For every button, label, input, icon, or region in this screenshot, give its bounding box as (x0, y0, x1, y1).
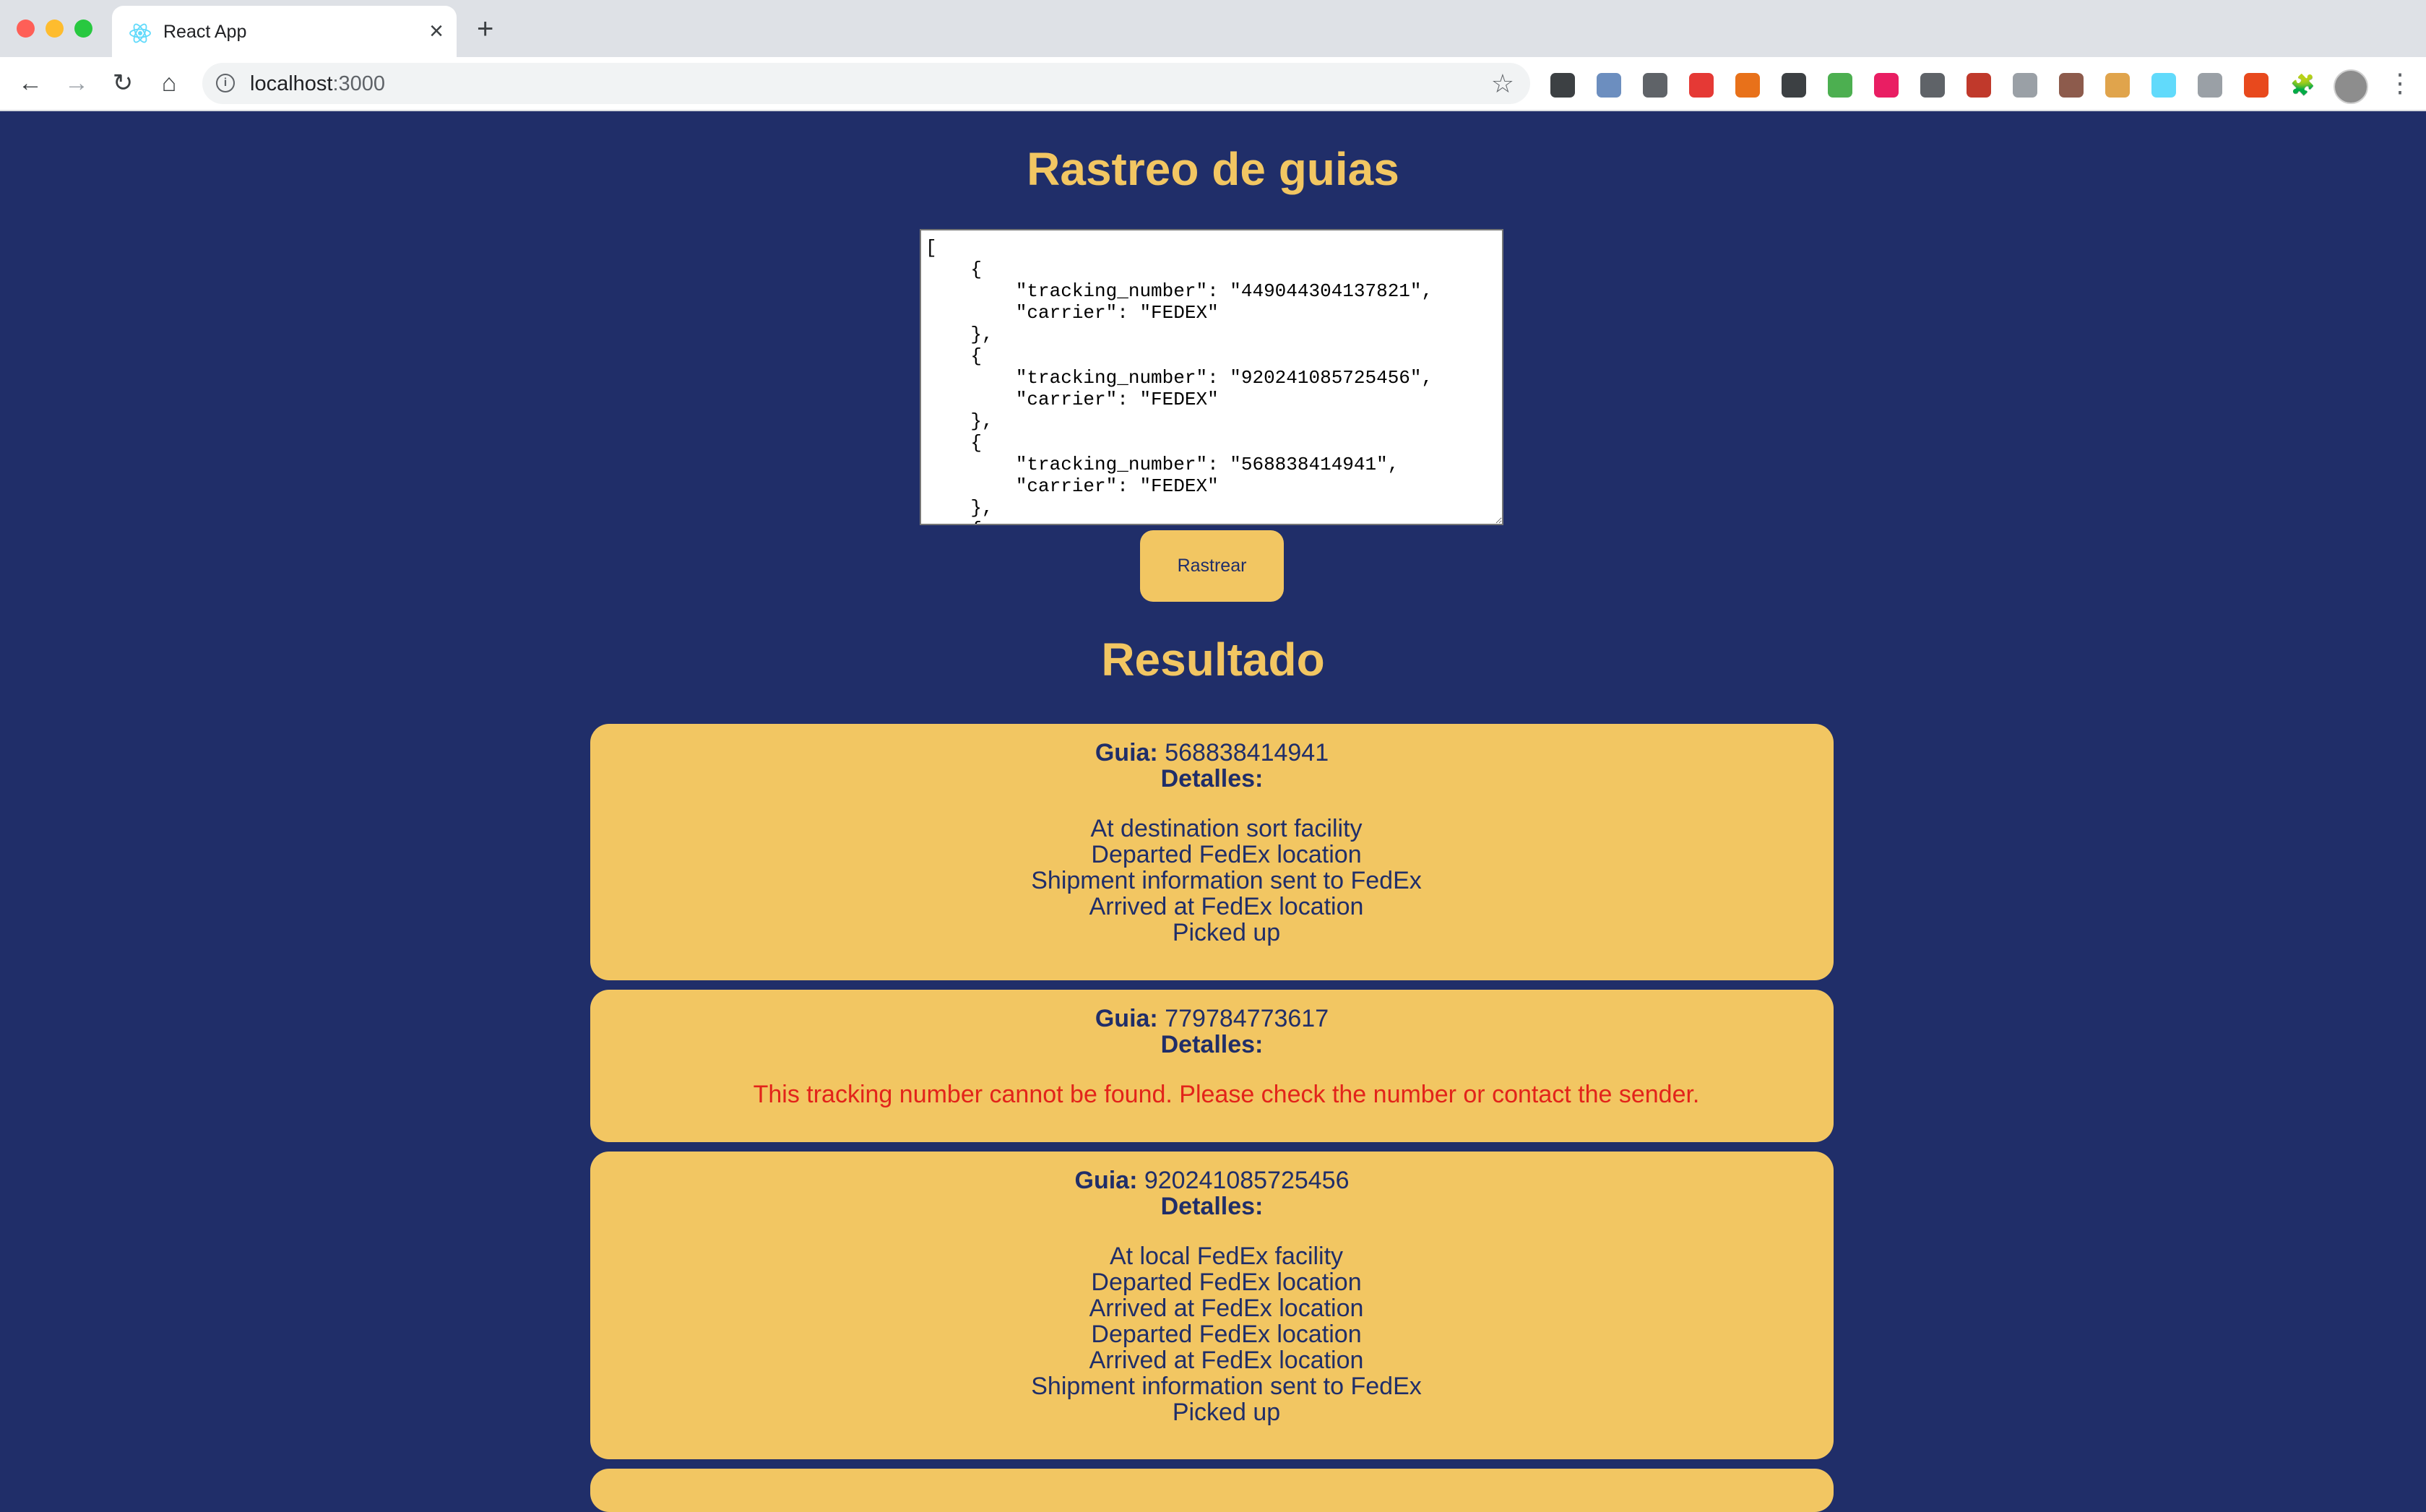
browser-tab-bar: React App × + (0, 0, 2426, 57)
window-minimize-button[interactable] (46, 20, 64, 38)
extension-10-icon[interactable] (1967, 73, 1991, 98)
event-list: At destination sort facility Departed Fe… (590, 816, 1834, 946)
event-item: Departed FedEx location (1091, 1321, 1362, 1348)
extension-3-icon[interactable] (1643, 73, 1667, 98)
event-item: Picked up (1172, 1399, 1281, 1426)
tracking-number: 779784773617 (1165, 1005, 1329, 1032)
extension-2-icon[interactable] (1597, 73, 1621, 98)
guia-label: Guia: (1074, 1167, 1138, 1194)
tracking-json-input[interactable]: [ { "tracking_number": "449044304137821"… (920, 229, 1503, 525)
extension-12-icon[interactable] (2059, 73, 2084, 98)
details-label: Detalles: (1160, 765, 1264, 792)
extension-16-icon[interactable] (2244, 73, 2269, 98)
react-logo-icon (129, 23, 151, 43)
tracking-number-row: Guia: 920241085725456 (590, 1167, 1834, 1193)
event-item: Departed FedEx location (1091, 841, 1362, 868)
url-port: :3000 (332, 72, 386, 95)
event-item: At destination sort facility (1090, 815, 1363, 842)
tracking-number: 568838414941 (1165, 739, 1329, 766)
home-icon[interactable]: ⌂ (153, 69, 185, 98)
react-devtools-icon[interactable] (2151, 73, 2176, 98)
guia-label: Guia: (1095, 1005, 1158, 1032)
tab-close-icon[interactable]: × (429, 17, 444, 45)
forward-arrow-icon[interactable]: → (61, 69, 92, 98)
results-title: Resultado (1101, 634, 1325, 686)
url-text: localhost:3000 (250, 72, 385, 96)
event-item: Arrived at FedEx location (1089, 1295, 1364, 1322)
result-card: Guia: 568838414941 Detalles: At destinat… (590, 724, 1834, 980)
event-item: Arrived at FedEx location (1089, 893, 1364, 920)
browser-toolbar: ← → ↻ ⌂ i localhost:3000 ☆ 🧩 ⋮ (0, 57, 2426, 111)
tracking-number-row: Guia: 779784773617 (590, 1006, 1834, 1032)
extension-t-icon[interactable] (1874, 73, 1899, 98)
back-arrow-icon[interactable]: ← (14, 69, 46, 98)
event-list: At local FedEx facility Departed FedEx l… (590, 1243, 1834, 1425)
tracking-number: 920241085725456 (1144, 1167, 1350, 1194)
page-title: Rastreo de guias (1027, 143, 1399, 195)
browser-menu-icon[interactable]: ⋮ (2387, 67, 2413, 99)
result-card: Guia: 779784773617 Detalles: This tracki… (590, 990, 1834, 1142)
event-item: At local FedEx facility (1109, 1243, 1344, 1270)
bookmark-star-icon[interactable]: ☆ (1491, 69, 1514, 98)
event-item: Arrived at FedEx location (1089, 1347, 1364, 1374)
cookie-icon[interactable] (2105, 73, 2130, 98)
new-tab-icon[interactable]: + (477, 14, 493, 43)
event-item: Shipment information sent to FedEx (1031, 867, 1422, 894)
info-icon[interactable]: i (216, 74, 235, 92)
window-close-button[interactable] (17, 20, 35, 38)
medium-icon[interactable] (1782, 73, 1806, 98)
error-message: This tracking number cannot be found. Pl… (753, 1081, 1700, 1108)
downloads-icon[interactable] (1550, 73, 1575, 98)
event-item: Departed FedEx location (1091, 1269, 1362, 1296)
tracking-number-row: Guia: 568838414941 (590, 740, 1834, 766)
extension-15-icon[interactable] (2198, 73, 2222, 98)
reload-icon[interactable]: ↻ (107, 69, 139, 98)
extension-11-icon[interactable] (2013, 73, 2037, 98)
download-icon[interactable] (1735, 73, 1760, 98)
track-button[interactable]: Rastrear (1140, 530, 1284, 602)
adblock-icon[interactable] (1689, 73, 1714, 98)
tab-title: React App (163, 22, 247, 42)
window-maximize-button[interactable] (74, 20, 92, 38)
address-bar[interactable]: i localhost:3000 ☆ (202, 63, 1530, 104)
details-label: Detalles: (1160, 1031, 1264, 1058)
url-host: localhost (250, 72, 333, 95)
event-item: Picked up (1172, 919, 1281, 946)
result-card (590, 1469, 1834, 1512)
extension-9-icon[interactable] (1920, 73, 1945, 98)
profile-avatar[interactable] (2334, 69, 2368, 104)
browser-tab[interactable]: React App × (112, 6, 457, 57)
guia-label: Guia: (1095, 739, 1158, 766)
puzzle-icon[interactable]: 🧩 (2290, 73, 2315, 98)
color-picker-icon[interactable] (1828, 73, 1852, 98)
event-item: Shipment information sent to FedEx (1031, 1373, 1422, 1400)
result-card: Guia: 920241085725456 Detalles: At local… (590, 1152, 1834, 1459)
details-label: Detalles: (1160, 1193, 1264, 1220)
